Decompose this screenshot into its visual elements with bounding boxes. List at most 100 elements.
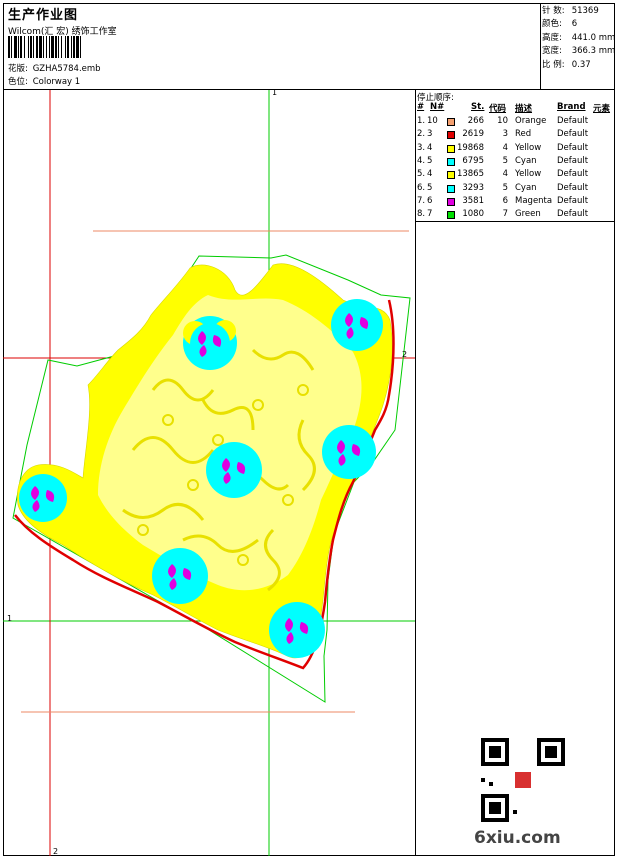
guide-label-right: 2 bbox=[402, 350, 408, 359]
color-stitches: 3293 bbox=[462, 182, 484, 193]
col-header-code: 代码 bbox=[489, 104, 507, 114]
watermark: 6xiu.com bbox=[474, 828, 561, 848]
color-stitches: 6795 bbox=[462, 155, 484, 166]
colorway-line: 色位: Colorway 1 bbox=[8, 75, 80, 87]
qr-code bbox=[481, 738, 565, 822]
col-header-needle: N# bbox=[430, 102, 445, 112]
color-brand: Default bbox=[557, 155, 589, 166]
flower-motif-center bbox=[206, 442, 262, 498]
color-n: 5 bbox=[427, 182, 433, 193]
barcode bbox=[8, 36, 81, 58]
color-desc: Yellow bbox=[515, 169, 542, 180]
design-file-line: 花版: GZHA5784.emb bbox=[8, 62, 101, 74]
color-brand: Default bbox=[557, 209, 589, 220]
colorway: Colorway 1 bbox=[32, 77, 81, 87]
color-stitches: 2619 bbox=[462, 129, 484, 140]
color-index: 1. bbox=[417, 116, 426, 126]
colorway-label: 色位: bbox=[8, 77, 28, 87]
color-n: 4 bbox=[427, 169, 433, 180]
col-header-stitches: St. bbox=[471, 102, 485, 112]
color-index: 3. bbox=[417, 142, 426, 153]
color-code: 6 bbox=[502, 195, 508, 206]
stats-divider bbox=[540, 3, 541, 90]
col-header-description: 描述 bbox=[515, 104, 533, 114]
color-stitches: 266 bbox=[467, 116, 484, 126]
color-n: 5 bbox=[427, 155, 433, 166]
color-stitches: 3581 bbox=[462, 195, 484, 206]
guide-label-left: 1 bbox=[7, 614, 13, 623]
color-code: 7 bbox=[502, 209, 508, 220]
color-index: 7. bbox=[417, 195, 426, 206]
flower-motif-top-right bbox=[331, 299, 383, 351]
col-header-index: # bbox=[417, 102, 425, 112]
color-row: 1. 10 266 10 Orange Default bbox=[416, 116, 615, 129]
flower-motif-top-center bbox=[183, 316, 237, 370]
sheet-title: 生产作业图 bbox=[8, 8, 79, 23]
color-swatch bbox=[447, 131, 455, 140]
color-n: 10 bbox=[427, 116, 438, 126]
color-desc: Magenta bbox=[515, 195, 553, 206]
watermark-text: 6xiu.com bbox=[474, 828, 561, 848]
color-stitches: 19868 bbox=[456, 142, 484, 153]
embroidery-preview bbox=[3, 90, 415, 856]
design-stats: 针 数: 51369 颜色: 6 高度: 441.0 mm 宽度: 366.3 … bbox=[542, 5, 615, 72]
color-brand: Default bbox=[557, 195, 589, 206]
color-code: 5 bbox=[502, 182, 508, 193]
design-file: GZHA5784.emb bbox=[32, 64, 101, 74]
color-swatch bbox=[447, 184, 455, 193]
color-swatch bbox=[447, 118, 455, 126]
color-desc: Cyan bbox=[515, 155, 537, 166]
design-label: 花版: bbox=[8, 64, 28, 74]
color-code: 5 bbox=[502, 155, 508, 166]
color-desc: Yellow bbox=[515, 142, 542, 153]
color-brand: Default bbox=[557, 169, 589, 180]
color-row: 5. 4 13865 4 Yellow Default bbox=[416, 169, 615, 182]
color-row: 4. 5 6795 5 Cyan Default bbox=[416, 156, 615, 169]
table-divider bbox=[415, 221, 615, 222]
flower-motif-bottom-left bbox=[152, 548, 208, 604]
flower-motif-left bbox=[19, 474, 67, 522]
color-stitches: 13865 bbox=[456, 169, 484, 180]
color-n: 6 bbox=[427, 195, 433, 206]
guide-label-bottom: 2 bbox=[53, 847, 59, 856]
color-swatch bbox=[447, 171, 455, 180]
color-index: 2. bbox=[417, 129, 426, 140]
color-swatch bbox=[447, 197, 455, 206]
color-index: 4. bbox=[417, 155, 426, 166]
color-swatch bbox=[447, 144, 455, 153]
color-stitches: 1080 bbox=[462, 209, 484, 220]
color-row: 6. 5 3293 5 Cyan Default bbox=[416, 183, 615, 196]
color-index: 6. bbox=[417, 182, 426, 193]
color-code: 10 bbox=[497, 116, 508, 126]
color-swatch bbox=[447, 157, 455, 166]
color-code: 4 bbox=[502, 169, 508, 180]
col-header-element: 元素 bbox=[593, 104, 611, 114]
stat-height: 高度: 441.0 mm bbox=[542, 32, 616, 43]
color-index: 5. bbox=[417, 169, 426, 180]
color-desc: Cyan bbox=[515, 182, 537, 193]
flower-motif-bottom bbox=[269, 602, 325, 658]
color-desc: Orange bbox=[515, 116, 547, 126]
stat-scale: 比 例: 0.37 bbox=[542, 59, 591, 70]
color-code: 3 bbox=[502, 129, 508, 140]
stat-stitches: 针 数: 51369 bbox=[542, 6, 599, 16]
color-row: 3. 4 19868 4 Yellow Default bbox=[416, 143, 615, 156]
color-row: 7. 6 3581 6 Magenta Default bbox=[416, 196, 615, 209]
color-desc: Red bbox=[515, 129, 532, 140]
flower-motif-right bbox=[322, 425, 376, 479]
color-desc: Green bbox=[515, 209, 541, 220]
color-code: 4 bbox=[502, 142, 508, 153]
color-brand: Default bbox=[557, 129, 589, 140]
guide-label-top: 1 bbox=[272, 88, 278, 97]
color-index: 8. bbox=[417, 209, 426, 220]
color-n: 4 bbox=[427, 142, 433, 153]
color-brand: Default bbox=[557, 182, 589, 193]
color-n: 7 bbox=[427, 209, 433, 220]
col-header-brand: Brand bbox=[557, 102, 586, 112]
stat-width: 宽度: 366.3 mm bbox=[542, 46, 616, 57]
color-brand: Default bbox=[557, 142, 589, 153]
color-brand: Default bbox=[557, 116, 589, 126]
color-n: 3 bbox=[427, 129, 433, 140]
stat-colors: 颜色: 6 bbox=[542, 19, 578, 30]
color-row: 2. 3 2619 3 Red Default bbox=[416, 129, 615, 142]
